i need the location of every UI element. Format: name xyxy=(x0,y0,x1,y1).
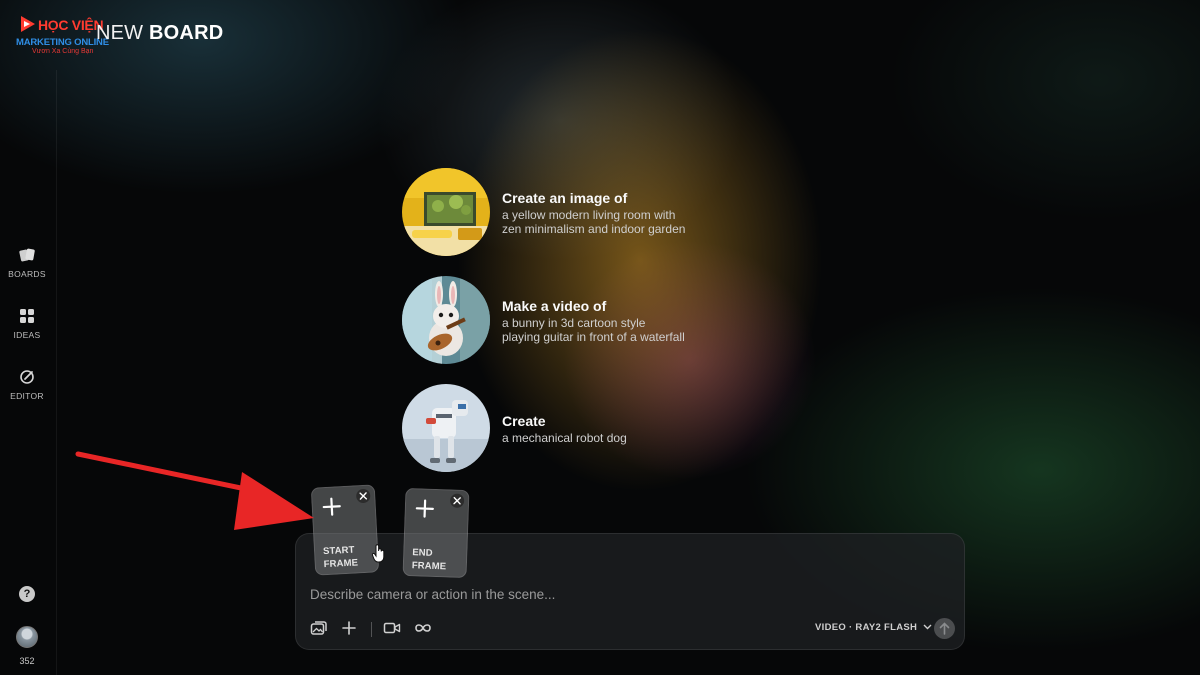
prompt-composer: VIDEO · RAY2 FLASH xyxy=(295,533,965,650)
video-mode-button[interactable] xyxy=(381,620,403,640)
suggestion-title: Create xyxy=(502,413,546,429)
annotation-arrow-icon xyxy=(75,451,314,530)
prompt-input[interactable] xyxy=(310,584,810,604)
board-title-part2: BOARD xyxy=(149,22,224,44)
arrow-up-icon xyxy=(939,622,950,635)
sidebar-item-editor[interactable]: EDITOR xyxy=(0,369,54,401)
frame-label-line: FRAME xyxy=(323,557,359,571)
logo-title: HỌC VIỆN xyxy=(38,17,104,33)
logo-subtitle: MARKETING ONLINE xyxy=(16,37,109,48)
enhance-button[interactable] xyxy=(338,620,360,640)
toolbar-divider xyxy=(371,622,372,637)
ideas-grid-icon xyxy=(20,309,34,323)
start-frame-label: START FRAME xyxy=(323,543,372,571)
credits-count: 352 xyxy=(19,656,35,666)
logo-play-icon xyxy=(21,16,35,32)
suggestion-title: Make a video of xyxy=(502,298,607,314)
image-reference-icon xyxy=(310,621,327,635)
board-title[interactable]: NEW BOARD xyxy=(96,22,223,45)
loop-button[interactable] xyxy=(412,620,434,640)
sidebar-item-label: BOARDS xyxy=(8,269,46,279)
sidebar-item-label: IDEAS xyxy=(13,330,41,340)
end-frame-card[interactable]: END FRAME xyxy=(402,487,470,579)
suggestion-card[interactable]: Create an image of a yellow modern livin… xyxy=(402,168,722,256)
sidebar-item-ideas[interactable]: IDEAS xyxy=(0,308,54,340)
logo-tagline: Vươn Xa Cùng Bạn xyxy=(32,48,94,55)
remove-end-frame-button[interactable] xyxy=(449,493,465,508)
editor-icon xyxy=(20,370,34,384)
sidebar-item-boards[interactable]: BOARDS xyxy=(0,247,54,279)
close-icon xyxy=(453,496,461,505)
boards-icon xyxy=(19,248,35,262)
suggestion-title: Create an image of xyxy=(502,190,628,206)
bunny-guitar-image xyxy=(402,276,490,364)
yellow-living-room-image xyxy=(402,168,490,256)
loop-icon xyxy=(415,624,431,632)
suggestion-thumbnail xyxy=(402,384,490,472)
sidebar-divider xyxy=(56,70,57,675)
suggestion-description: zen minimalism and indoor garden xyxy=(502,222,686,236)
suggestion-description: a bunny in 3d cartoon style xyxy=(502,316,646,330)
frame-label-line: FRAME xyxy=(411,560,447,573)
submit-button[interactable] xyxy=(934,618,955,639)
frame-label-line: START xyxy=(322,544,355,558)
close-icon xyxy=(359,492,368,500)
model-select[interactable]: VIDEO · RAY2 FLASH xyxy=(815,622,932,638)
frame-label-line: END xyxy=(412,547,433,559)
suggestion-description: playing guitar in front of a waterfall xyxy=(502,330,685,344)
hand-cursor-icon xyxy=(371,544,385,563)
help-button[interactable]: ? xyxy=(19,586,35,602)
suggestion-card[interactable]: Create a mechanical robot dog xyxy=(402,384,722,472)
avatar[interactable] xyxy=(16,626,38,648)
video-camera-icon xyxy=(383,622,401,634)
plus-icon xyxy=(415,499,434,518)
model-select-label: VIDEO · RAY2 FLASH xyxy=(815,622,918,633)
robot-dog-image xyxy=(402,384,490,472)
suggestion-thumbnail xyxy=(402,276,490,364)
suggestion-card[interactable]: Make a video of a bunny in 3d cartoon st… xyxy=(402,276,722,364)
sidebar-item-label: EDITOR xyxy=(10,391,44,401)
suggestion-thumbnail xyxy=(402,168,490,256)
remove-start-frame-button[interactable] xyxy=(355,488,371,504)
image-reference-button[interactable] xyxy=(308,620,330,640)
suggestion-description: a yellow modern living room with xyxy=(502,208,676,222)
end-frame-label: END FRAME xyxy=(412,546,461,574)
board-title-part1: NEW xyxy=(96,22,144,44)
chevron-down-icon xyxy=(923,624,932,630)
suggestion-description: a mechanical robot dog xyxy=(502,431,627,445)
sparkle-icon xyxy=(342,621,356,635)
